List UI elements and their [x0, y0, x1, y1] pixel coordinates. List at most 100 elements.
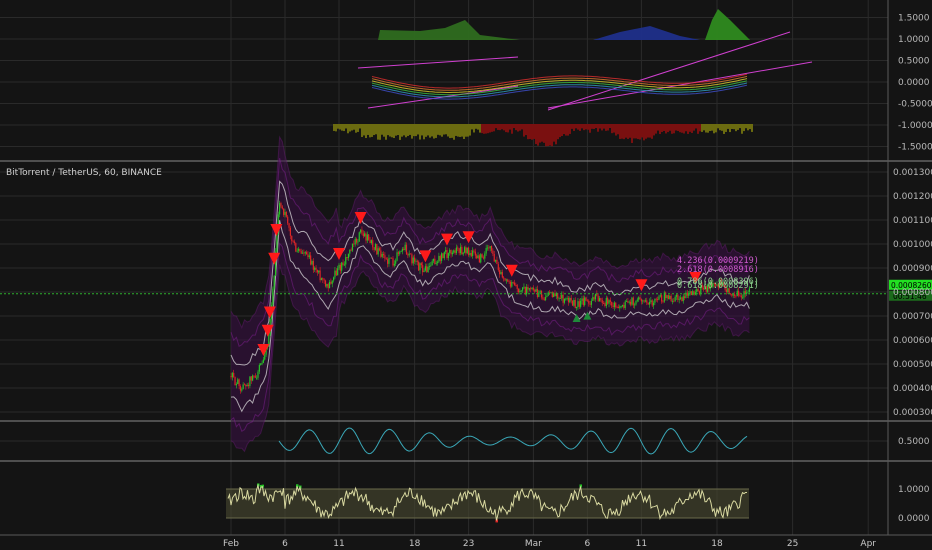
indicator-bar [443, 124, 445, 135]
indicator-bar [499, 124, 501, 131]
candle-body [601, 300, 603, 304]
candle-body [569, 298, 571, 303]
indicator-bar [343, 124, 345, 132]
candle-body [650, 300, 652, 302]
candle-body [361, 229, 363, 234]
candle-body [409, 253, 412, 255]
candle-body [504, 278, 506, 281]
candle-body [439, 255, 441, 261]
candle-body [593, 297, 595, 300]
candle-body [396, 252, 398, 261]
indicator-bar [535, 124, 537, 145]
indicator-bar [679, 124, 681, 133]
candle-body [283, 208, 285, 215]
candle-body [470, 252, 472, 256]
candle-body [628, 301, 630, 303]
candle-body [450, 249, 452, 255]
indicator-bar [651, 124, 653, 139]
candle-body [612, 305, 614, 308]
candle-body [534, 289, 536, 292]
candle-body [539, 290, 541, 293]
indicator-bar [717, 124, 719, 129]
candle-body [338, 264, 340, 269]
candle-body [486, 247, 489, 249]
candle-body [453, 250, 455, 253]
candle-body [441, 253, 443, 261]
candle-body [319, 270, 321, 281]
indicator-bar [357, 124, 359, 132]
indicator-bar [561, 124, 563, 136]
candle-body [495, 259, 497, 262]
candle-body [239, 386, 242, 391]
indicator-bar [557, 124, 559, 140]
candle-body [546, 295, 548, 298]
indicator-bar [339, 124, 341, 130]
candle-body [740, 295, 742, 298]
indicator-bar [607, 124, 609, 131]
indicator-bar [367, 124, 369, 135]
candle-body [624, 301, 626, 308]
candle-body [667, 295, 669, 299]
candle-body [528, 288, 530, 290]
candle-body [607, 297, 609, 304]
candle-body [511, 282, 513, 287]
candle-body [611, 301, 613, 306]
indicator-bar [727, 124, 729, 129]
candle-body [320, 278, 323, 281]
indicator-bar [629, 124, 631, 138]
candle-body [482, 257, 485, 259]
candle-body [577, 301, 579, 307]
candle-body [613, 302, 615, 308]
candle-body [388, 258, 390, 264]
indicator-bar [411, 124, 413, 139]
candle-body [640, 299, 642, 302]
candle-body [424, 266, 426, 271]
candle-body [327, 283, 329, 289]
indicator-bar [673, 124, 675, 134]
y-tick-label: 0.0009000 [893, 264, 932, 274]
x-tick-label: Feb [223, 539, 239, 549]
candle-body [543, 298, 545, 301]
candle-body [489, 245, 491, 249]
chart-canvas[interactable]: 4.236(0.0009219)2.618(0.0008916)0.786(0.… [0, 0, 932, 550]
candle-body [590, 300, 593, 305]
y-tick-label: 0.0000 [898, 514, 930, 524]
indicator-bar [397, 124, 399, 136]
candle-body [636, 299, 638, 301]
candle-body [666, 295, 668, 299]
candle-body [480, 254, 482, 263]
indicator-bar [503, 124, 505, 131]
candle-body [490, 245, 493, 251]
indicator-bar [371, 124, 373, 137]
indicator-bar [663, 124, 665, 131]
candle-body [515, 284, 517, 286]
candle-body [411, 254, 413, 264]
candle-body [250, 376, 252, 381]
candle-body [609, 300, 611, 302]
indicator-bar [377, 124, 379, 140]
indicator-bar [469, 124, 471, 136]
candle-body [507, 279, 509, 282]
candle-body [686, 292, 688, 296]
indicator-bar [647, 124, 649, 138]
candle-body [308, 255, 310, 258]
candle-body [331, 280, 333, 284]
candle-body [249, 376, 251, 387]
indicator-bar [341, 124, 343, 131]
indicator-bar [373, 124, 375, 136]
indicator-bar [453, 124, 455, 140]
indicator-bar [407, 124, 409, 136]
indicator-bar [347, 124, 349, 134]
candle-body [345, 257, 347, 265]
candle-body [474, 251, 476, 256]
indicator-bar [571, 124, 573, 129]
indicator-bar [473, 124, 475, 133]
indicator-bar [597, 124, 599, 132]
candle-body [295, 243, 297, 252]
indicator-bar [511, 124, 513, 134]
y-tick-label: 0.0000 [898, 78, 930, 88]
candle-body [608, 300, 610, 304]
indicator-bar [667, 124, 669, 133]
candle-body [586, 300, 588, 302]
x-tick-label: 11 [333, 539, 344, 549]
